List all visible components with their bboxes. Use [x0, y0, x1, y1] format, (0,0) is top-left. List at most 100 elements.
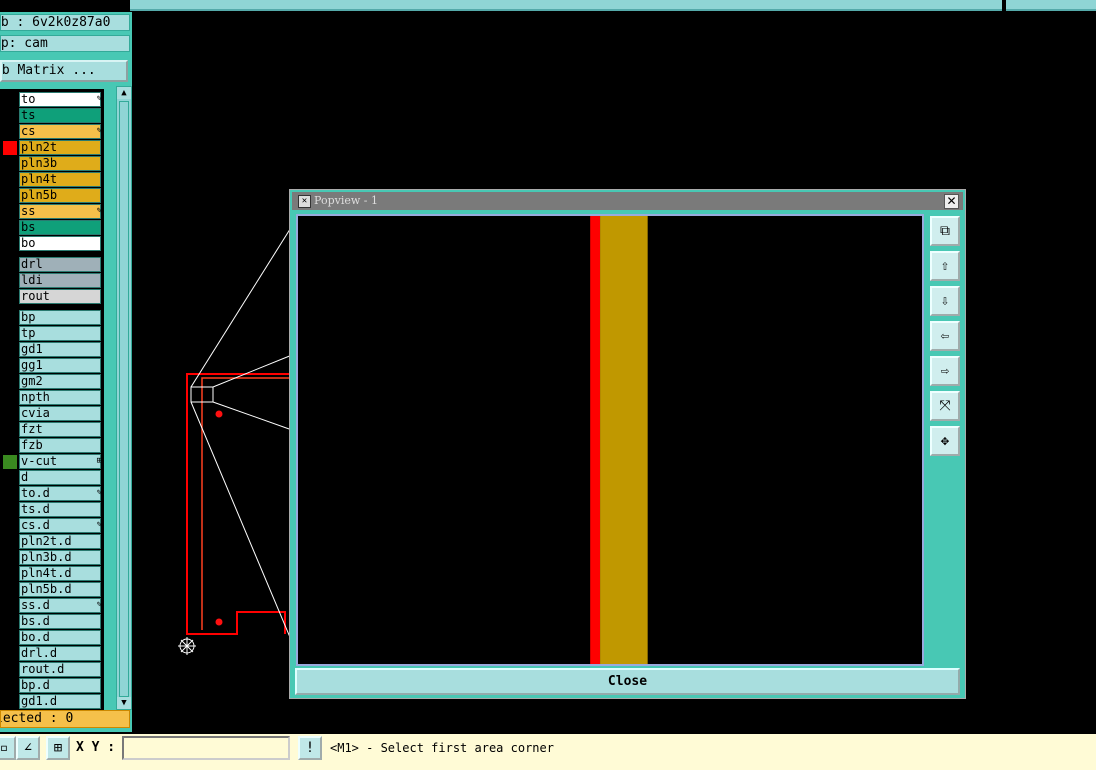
layer-row[interactable]: pln5b [0, 188, 104, 204]
tool-icon[interactable]: ▫ [0, 736, 16, 760]
layer-swatch[interactable] [3, 519, 17, 533]
window-menu-icon[interactable]: ✕ [298, 195, 311, 208]
layer-swatch[interactable] [3, 615, 17, 629]
layer-row[interactable]: bp.d [0, 678, 104, 694]
layer-name[interactable]: gd1.d [19, 694, 101, 709]
xy-input[interactable] [122, 736, 290, 760]
move-left-icon[interactable]: ⇦ [930, 321, 960, 351]
layer-name[interactable]: to.d [19, 486, 101, 501]
layer-swatch[interactable] [3, 391, 17, 405]
layer-row[interactable]: gd1 [0, 342, 104, 358]
layer-swatch[interactable] [3, 375, 17, 389]
layer-swatch[interactable] [3, 93, 17, 107]
layer-row[interactable]: gd1.d [0, 694, 104, 710]
layer-swatch[interactable] [3, 663, 17, 677]
layer-row[interactable]: ldi [0, 273, 104, 289]
layer-swatch[interactable] [3, 679, 17, 693]
layer-name[interactable]: ldi [19, 273, 101, 288]
layer-row[interactable]: fzt [0, 422, 104, 438]
layer-swatch[interactable] [3, 631, 17, 645]
scroll-thumb[interactable] [119, 101, 129, 697]
layer-row[interactable]: cs ✎ [0, 124, 104, 140]
layer-swatch[interactable] [3, 258, 17, 272]
layer-swatch[interactable] [3, 455, 17, 469]
layer-name[interactable]: gg1 [19, 358, 101, 373]
layer-name[interactable]: bs.d [19, 614, 101, 629]
layer-name[interactable]: pln4t.d [19, 566, 101, 581]
layer-row[interactable]: gm2 [0, 374, 104, 390]
layer-name[interactable]: bo.d [19, 630, 101, 645]
popview-titlebar[interactable]: ✕ Popview - 1 ✕ [292, 192, 963, 210]
layer-row[interactable]: pln3b [0, 156, 104, 172]
move-up-icon[interactable]: ⇧ [930, 251, 960, 281]
layer-swatch[interactable] [3, 359, 17, 373]
layer-name[interactable]: pln2t.d [19, 534, 101, 549]
close-button[interactable]: Close [295, 668, 960, 695]
layer-row[interactable]: ts.d [0, 502, 104, 518]
layer-swatch[interactable] [3, 535, 17, 549]
layer-name[interactable]: rout [19, 289, 101, 304]
layer-swatch[interactable] [3, 471, 17, 485]
layer-name[interactable]: pln3b.d [19, 550, 101, 565]
layer-row[interactable]: rout.d [0, 662, 104, 678]
layer-swatch[interactable] [3, 327, 17, 341]
layer-name[interactable]: rout.d [19, 662, 101, 677]
layer-name[interactable]: ts [19, 108, 101, 123]
layer-name[interactable]: v-cut [19, 454, 101, 469]
layer-name[interactable]: pln2t [19, 140, 101, 155]
layer-name[interactable]: npth [19, 390, 101, 405]
layer-name[interactable]: gd1 [19, 342, 101, 357]
layer-row[interactable]: gg1 [0, 358, 104, 374]
scroll-down-icon[interactable]: ▼ [117, 697, 131, 709]
grid-icon[interactable]: ⊞ [46, 736, 70, 760]
layer-name[interactable]: bo [19, 236, 101, 251]
layer-swatch[interactable] [3, 221, 17, 235]
layer-row[interactable]: d [0, 470, 104, 486]
layer-swatch[interactable] [3, 423, 17, 437]
layer-swatch[interactable] [3, 407, 17, 421]
layer-row[interactable]: bs.d [0, 614, 104, 630]
layer-row[interactable]: pln5b.d [0, 582, 104, 598]
layer-name[interactable]: d [19, 470, 101, 485]
layer-swatch[interactable] [3, 647, 17, 661]
layer-swatch[interactable] [3, 311, 17, 325]
layer-row[interactable]: ss ✎ [0, 204, 104, 220]
layer-swatch[interactable] [3, 109, 17, 123]
layer-name[interactable]: to [19, 92, 101, 107]
alert-button[interactable]: ! [298, 736, 322, 760]
layer-row[interactable]: npth [0, 390, 104, 406]
layer-row[interactable]: to.d ✎ [0, 486, 104, 502]
layer-row[interactable]: ts [0, 108, 104, 124]
layer-row[interactable]: bo.d [0, 630, 104, 646]
layer-row[interactable]: pln4t [0, 172, 104, 188]
layer-row[interactable]: to ✎ [0, 92, 104, 108]
layer-name[interactable]: bp [19, 310, 101, 325]
layer-swatch[interactable] [3, 237, 17, 251]
layer-swatch[interactable] [3, 173, 17, 187]
layer-swatch[interactable] [3, 695, 17, 709]
layer-name[interactable]: pln4t [19, 172, 101, 187]
layer-name[interactable]: ss [19, 204, 101, 219]
layer-row[interactable]: cs.d ✎ [0, 518, 104, 534]
layer-row[interactable]: drl.d [0, 646, 104, 662]
layer-name[interactable]: ts.d [19, 502, 101, 517]
layer-row[interactable]: rout [0, 289, 104, 305]
layer-swatch[interactable] [3, 189, 17, 203]
layer-row[interactable]: pln3b.d [0, 550, 104, 566]
layer-row[interactable]: bp [0, 310, 104, 326]
layer-swatch[interactable] [3, 439, 17, 453]
layer-name[interactable]: cvia [19, 406, 101, 421]
layer-row[interactable]: pln2t.d [0, 534, 104, 550]
layer-name[interactable]: drl [19, 257, 101, 272]
layer-swatch[interactable] [3, 583, 17, 597]
zoom-out-icon[interactable]: ✥ [930, 426, 960, 456]
measure-icon[interactable]: ∠ [16, 736, 40, 760]
zoom-fit-icon[interactable]: ⧉ [930, 216, 960, 246]
layer-name[interactable]: pln3b [19, 156, 101, 171]
layer-row[interactable]: bs [0, 220, 104, 236]
layer-name[interactable]: fzt [19, 422, 101, 437]
layer-swatch[interactable] [3, 599, 17, 613]
layer-swatch[interactable] [3, 205, 17, 219]
layer-swatch[interactable] [3, 343, 17, 357]
layer-swatch[interactable] [3, 274, 17, 288]
